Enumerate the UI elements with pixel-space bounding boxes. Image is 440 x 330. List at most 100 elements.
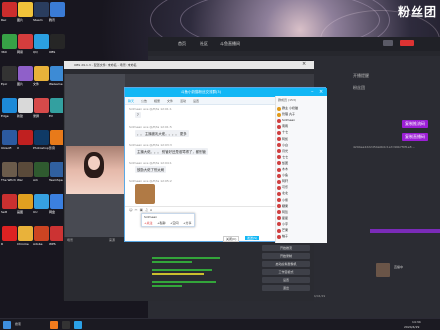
desktop-app-icon[interactable]: [2, 162, 17, 177]
member-avatar: [277, 228, 281, 233]
member-avatar: [277, 191, 281, 196]
member-name[interactable]: 小白: [282, 143, 288, 147]
member-name[interactable]: 柚子: [282, 234, 288, 238]
chat-tab[interactable]: 相册: [154, 99, 160, 103]
popup-private-chat[interactable]: +私聊: [157, 221, 166, 225]
member-name[interactable]: 群主 小奶猫: [282, 106, 298, 110]
desktop-app-icon[interactable]: [34, 66, 49, 81]
chat-close-icon[interactable]: ×: [319, 89, 323, 95]
desktop-app-icon[interactable]: [18, 226, 33, 241]
desktop-app-label: Edge: [1, 114, 9, 118]
member-name[interactable]: 饭团: [282, 161, 288, 165]
desktop-app-icon[interactable]: [2, 34, 17, 49]
desktop-app-icon[interactable]: [34, 194, 49, 209]
obs-control-button[interactable]: 开始录制: [262, 253, 310, 259]
member-name[interactable]: 阿凯: [282, 137, 288, 141]
desktop-app-icon[interactable]: [34, 162, 49, 177]
member-name[interactable]: 阿哲: [282, 210, 288, 214]
message-bubble: 鼓励大佬了别太刷: [135, 166, 167, 173]
message-meta: Sidmean ace @/P/ta 12:01:1: [129, 107, 172, 111]
member-name[interactable]: Sidmean: [282, 118, 295, 122]
popup-space[interactable]: +空间: [170, 221, 179, 225]
desktop-app-icon[interactable]: [18, 98, 33, 113]
chat-member-panel: 群成员 (153) 群主 小奶猫 管理 丸子 Sidmean 南雨 十七 阿凯 小白 月光 七七…: [275, 96, 327, 243]
chat-minimize-icon[interactable]: –: [311, 89, 314, 95]
desktop-app-label: R: [1, 242, 4, 246]
obs-control-button[interactable]: 退出: [262, 285, 310, 291]
member-name[interactable]: 芒果: [282, 228, 288, 232]
member-name[interactable]: 七七: [282, 155, 288, 159]
chat-tab[interactable]: 文件: [167, 99, 173, 103]
member-name[interactable]: 十七: [282, 130, 288, 134]
desktop-app-label: 网易: [17, 50, 24, 54]
chat-tab[interactable]: 设置: [193, 99, 199, 103]
desktop-app-icon[interactable]: [18, 66, 33, 81]
member-name[interactable]: 小宇: [282, 222, 288, 226]
chat-tab[interactable]: 聊天: [128, 99, 134, 103]
desktop-app-icon[interactable]: [2, 130, 17, 145]
member-avatar: [277, 234, 281, 239]
browser-user-avatar[interactable]: [383, 40, 393, 46]
start-icon[interactable]: [3, 321, 11, 329]
taskbar-douyu-icon[interactable]: [50, 321, 58, 329]
member-avatar: [277, 118, 281, 123]
nav-home[interactable]: 首页: [178, 41, 186, 47]
member-name[interactable]: 木木: [282, 167, 288, 171]
copy-live-code-button[interactable]: 复制直播码: [402, 133, 428, 141]
desktop-app-icon[interactable]: [50, 34, 65, 49]
copy-stream-code-button[interactable]: 复制推流码: [402, 120, 428, 128]
obs-control-button[interactable]: 开始推流: [262, 245, 310, 251]
desktop-app-icon[interactable]: [50, 2, 65, 17]
popup-share[interactable]: +分享: [183, 221, 192, 225]
desktop-app-icon[interactable]: [2, 226, 17, 241]
member-name[interactable]: 南雨: [282, 124, 288, 128]
member-name[interactable]: 月光: [282, 149, 288, 153]
browser-notification-icon[interactable]: [400, 40, 414, 46]
desktop-app-icon[interactable]: [34, 34, 49, 49]
member-name[interactable]: 糖果: [282, 204, 288, 208]
nav-community[interactable]: 社区: [200, 41, 208, 47]
taskbar-search[interactable]: 搜索: [15, 322, 21, 326]
chat-tab[interactable]: 公告: [141, 99, 147, 103]
desktop-app-icon[interactable]: [18, 130, 33, 145]
message-bubble: 。。 主播被乳大佬。。。。 更多: [135, 130, 189, 137]
popup-follow[interactable]: +关注: [144, 221, 153, 225]
desktop-app-icon[interactable]: [18, 194, 33, 209]
obs-control-button[interactable]: 工作室模式: [262, 269, 310, 275]
member-name[interactable]: 北北: [282, 191, 288, 195]
desktop-app-icon[interactable]: [34, 226, 49, 241]
nav-live-room[interactable]: 斗鱼直播间: [220, 41, 240, 47]
member-avatar: [277, 222, 281, 227]
obs-control-button[interactable]: 启动虚拟摄像机: [262, 261, 310, 267]
message-meta: Sidmean ace @/P/ta 12:05:2: [129, 179, 172, 183]
desktop-app-icon[interactable]: [2, 66, 17, 81]
member-name[interactable]: 阿轩: [282, 179, 288, 183]
chat-send-button[interactable]: 发送(S): [245, 236, 260, 240]
desktop-app-icon[interactable]: [18, 2, 33, 17]
chat-toolbar-icons[interactable]: ☺✂▣♫⌂: [129, 208, 179, 212]
taskbar-date: 2024/4/29: [404, 325, 420, 329]
member-name[interactable]: 小鱼: [282, 173, 288, 177]
chat-tab[interactable]: 活动: [180, 99, 186, 103]
obs-docks: 场景 来源 混音器 控件 开始推流开始录制启动虚拟摄像机工作室模式设置退出: [64, 237, 314, 301]
desktop-app-icon[interactable]: [18, 162, 33, 177]
desktop-app-icon[interactable]: [34, 130, 49, 145]
desktop-app-icon[interactable]: [2, 2, 17, 17]
chat-close-button[interactable]: 关闭(C): [223, 236, 240, 242]
member-name[interactable]: 管理 丸子: [282, 112, 295, 116]
member-name[interactable]: 小熊: [282, 198, 288, 202]
member-avatar: [277, 137, 281, 141]
obs-close-icon[interactable]: ×: [302, 61, 306, 67]
taskbar-qq-icon[interactable]: [74, 321, 82, 329]
member-name[interactable]: 星星: [282, 216, 288, 220]
desktop-app-icon[interactable]: [18, 34, 33, 49]
member-name[interactable]: 可乐: [282, 185, 288, 189]
desktop-app-icon[interactable]: [2, 98, 17, 113]
desktop-app-icon[interactable]: [2, 194, 17, 209]
desktop-app-icon[interactable]: [34, 2, 49, 17]
member-avatar: [277, 167, 281, 172]
message-image[interactable]: [135, 184, 155, 204]
desktop-app-icon[interactable]: [34, 98, 49, 113]
obs-control-button[interactable]: 设置: [262, 277, 310, 283]
taskbar-obs-icon[interactable]: [62, 321, 70, 329]
